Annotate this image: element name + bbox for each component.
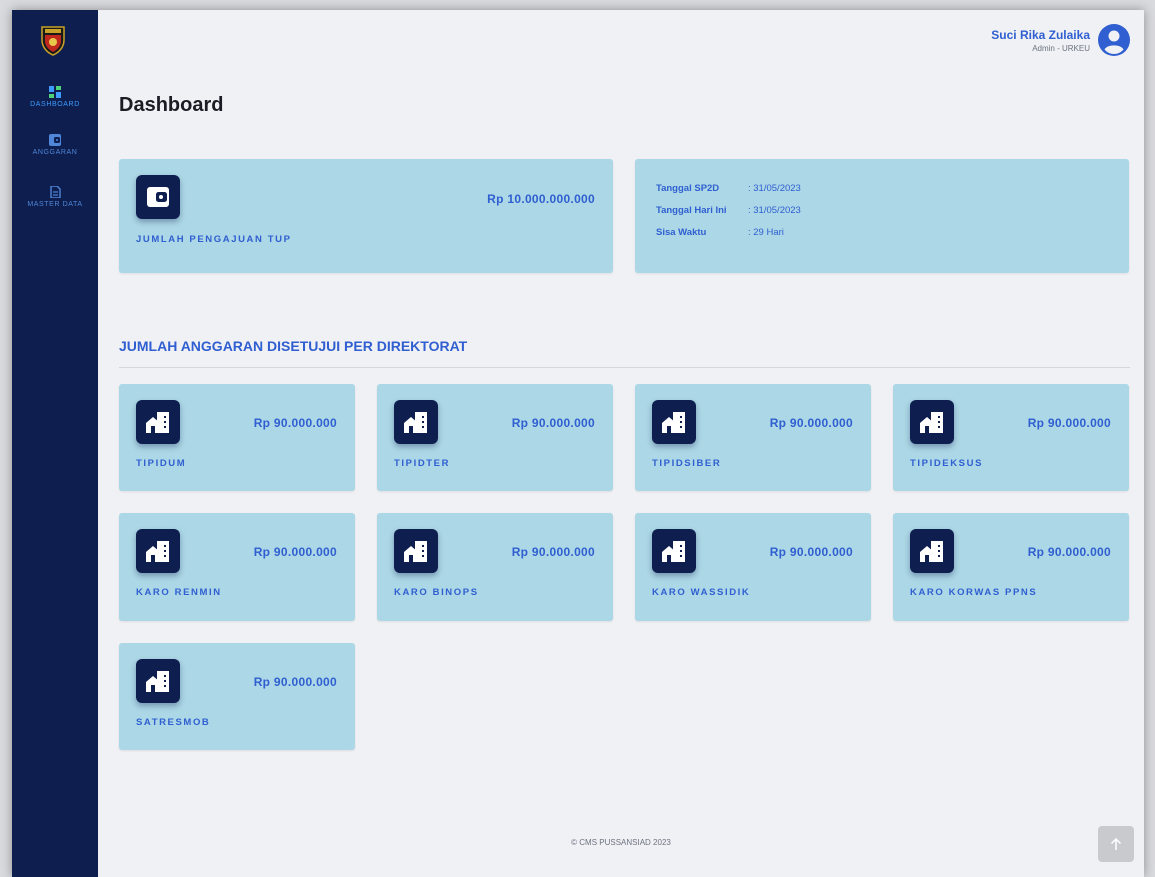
directorate-label: KARO BINOPS <box>394 587 479 598</box>
directorate-card-karo-binops[interactable]: Rp 90.000.000 KARO BINOPS <box>377 513 613 621</box>
directorate-amount: Rp 90.000.000 <box>253 675 337 689</box>
sidebar-item-label: ANGGARAN <box>32 149 78 156</box>
info-key: Sisa Waktu <box>656 227 707 238</box>
directorate-label: SATRESMOB <box>136 717 211 728</box>
directorate-amount: Rp 90.000.000 <box>769 545 853 559</box>
info-value: : 31/05/2023 <box>748 183 801 194</box>
tup-icon-box <box>136 175 180 219</box>
user-avatar-icon[interactable] <box>1098 24 1130 56</box>
section-title: JUMLAH ANGGARAN DISETUJUI PER DIREKTORAT <box>119 338 468 354</box>
wallet-icon <box>147 187 169 207</box>
section-divider <box>119 367 1130 368</box>
building-icon-box <box>136 659 180 703</box>
sidebar-item-dashboard[interactable]: DASHBOARD <box>12 86 98 108</box>
directorate-card-karo-renmin[interactable]: Rp 90.000.000 KARO RENMIN <box>119 513 355 621</box>
directorate-label: KARO RENMIN <box>136 587 222 598</box>
user-menu[interactable]: Suci Rika Zulaika Admin - URKEU <box>991 24 1130 56</box>
directorate-card-satresmob[interactable]: Rp 90.000.000 SATRESMOB <box>119 643 355 750</box>
directorate-label: KARO WASSIDIK <box>652 587 751 598</box>
directorate-label: TIPIDTER <box>394 458 451 469</box>
directorate-amount: Rp 90.000.000 <box>511 545 595 559</box>
directorate-card-karo-wassidik[interactable]: Rp 90.000.000 KARO WASSIDIK <box>635 513 871 621</box>
building-icon-box <box>394 529 438 573</box>
directorate-card-tipidsiber[interactable]: Rp 90.000.000 TIPIDSIBER <box>635 384 871 491</box>
directorate-label: TIPIDSIBER <box>652 458 722 469</box>
user-name: Suci Rika Zulaika <box>991 27 1090 42</box>
building-icon-box <box>136 400 180 444</box>
building-icon-box <box>652 400 696 444</box>
directorate-label: TIPIDUM <box>136 458 187 469</box>
directorate-amount: Rp 90.000.000 <box>1027 416 1111 430</box>
directorate-amount: Rp 90.000.000 <box>769 416 853 430</box>
directorate-label: KARO KORWAS PPNS <box>910 587 1038 598</box>
sidebar-item-label: DASHBOARD <box>30 101 80 108</box>
arrow-up-icon <box>1110 837 1122 850</box>
directorate-card-tipidum[interactable]: Rp 90.000.000 TIPIDUM <box>119 384 355 491</box>
directorate-amount: Rp 90.000.000 <box>1027 545 1111 559</box>
footer-copyright: © CMS PUSSANSIAD 2023 <box>571 838 671 847</box>
info-key: Tanggal SP2D <box>656 183 720 194</box>
police-logo[interactable] <box>38 24 68 56</box>
building-icon-box <box>136 529 180 573</box>
building-icon <box>920 412 943 433</box>
info-row-sisa-waktu: Sisa Waktu : 29 Hari <box>656 227 784 238</box>
directorate-amount: Rp 90.000.000 <box>511 416 595 430</box>
scroll-to-top-button[interactable] <box>1098 826 1134 862</box>
info-row-tanggal-sp2d: Tanggal SP2D : 31/05/2023 <box>656 183 801 194</box>
building-icon <box>662 541 685 562</box>
building-icon <box>146 671 169 692</box>
user-role: Admin - URKEU <box>1032 43 1090 53</box>
tup-card: Rp 10.000.000.000 JUMLAH PENGAJUAN TUP <box>119 159 613 273</box>
directorate-amount: Rp 90.000.000 <box>253 416 337 430</box>
building-icon-box <box>394 400 438 444</box>
directorate-label: TIPIDEKSUS <box>910 458 984 469</box>
info-value: : 31/05/2023 <box>748 205 801 216</box>
building-icon <box>662 412 685 433</box>
app-window: DASHBOARD ANGGARAN MASTER DATA Suci Rika… <box>12 10 1144 877</box>
info-key: Tanggal Hari Ini <box>656 205 727 216</box>
sidebar: DASHBOARD ANGGARAN MASTER DATA <box>12 10 98 877</box>
sidebar-item-master-data[interactable]: MASTER DATA <box>12 186 98 208</box>
building-icon <box>404 541 427 562</box>
sp2d-info-card: Tanggal SP2D : 31/05/2023 Tanggal Hari I… <box>635 159 1129 273</box>
directorate-amount: Rp 90.000.000 <box>253 545 337 559</box>
sidebar-item-label: MASTER DATA <box>27 201 83 208</box>
building-icon <box>404 412 427 433</box>
directorate-card-tipideksus[interactable]: Rp 90.000.000 TIPIDEKSUS <box>893 384 1129 491</box>
page-title: Dashboard <box>119 94 224 116</box>
user-info: Suci Rika Zulaika Admin - URKEU <box>991 28 1090 53</box>
building-icon <box>146 412 169 433</box>
building-icon-box <box>910 529 954 573</box>
info-row-tanggal-hari-ini: Tanggal Hari Ini : 31/05/2023 <box>656 205 801 216</box>
wallet-icon <box>49 134 61 146</box>
tup-label: JUMLAH PENGAJUAN TUP <box>136 234 292 245</box>
info-value: : 29 Hari <box>748 227 784 238</box>
main-content: Suci Rika Zulaika Admin - URKEU Dashboar… <box>98 10 1144 877</box>
directorate-card-tipidter[interactable]: Rp 90.000.000 TIPIDTER <box>377 384 613 491</box>
building-icon <box>920 541 943 562</box>
sidebar-item-anggaran[interactable]: ANGGARAN <box>12 134 98 156</box>
building-icon-box <box>910 400 954 444</box>
dashboard-icon <box>49 86 61 98</box>
document-icon <box>50 186 61 198</box>
building-icon-box <box>652 529 696 573</box>
directorate-card-karo-korwas-ppns[interactable]: Rp 90.000.000 KARO KORWAS PPNS <box>893 513 1129 621</box>
building-icon <box>146 541 169 562</box>
tup-amount: Rp 10.000.000.000 <box>487 192 595 206</box>
